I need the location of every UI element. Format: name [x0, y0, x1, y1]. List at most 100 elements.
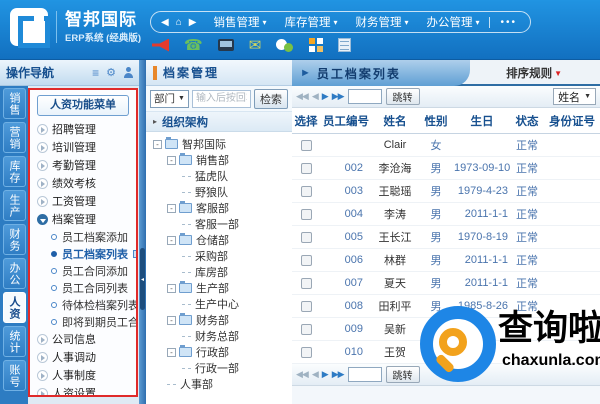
page-number-input[interactable]	[347, 89, 382, 104]
menu-item-training[interactable]: 培训管理	[30, 138, 136, 156]
tree-node[interactable]: - 财务部	[150, 312, 292, 328]
document-icon[interactable]	[338, 38, 352, 52]
megaphone-icon[interactable]	[152, 38, 169, 52]
panel-splitter[interactable]: ◂	[139, 60, 146, 404]
phone-icon[interactable]: ☎	[184, 38, 203, 53]
submenu-item-contract-list[interactable]: 员工合同列表	[30, 279, 136, 296]
tab-inventory[interactable]: 库存	[2, 156, 26, 187]
tree-node[interactable]: - 行政部	[150, 344, 292, 360]
menu-item-performance[interactable]: 绩效考核	[30, 174, 136, 192]
menu-item-personnel-policy[interactable]: 人事制度	[30, 366, 136, 384]
tree-collapse-icon[interactable]: -	[167, 347, 176, 357]
page-number-input[interactable]	[347, 367, 382, 382]
sort-rule-button[interactable]: 排序规则 ▼	[506, 60, 562, 86]
apps-grid-icon[interactable]	[309, 38, 316, 44]
sort-field-dropdown[interactable]: 姓名 ▼	[553, 88, 596, 105]
jump-button[interactable]: 跳转	[385, 366, 420, 383]
row-checkbox[interactable]	[300, 277, 312, 289]
tree-node-root[interactable]: - 智邦国际	[150, 136, 292, 152]
submenu-item-archive-add[interactable]: 员工档案添加	[30, 228, 136, 245]
menu-item-recruit[interactable]: 招聘管理	[30, 120, 136, 138]
row-checkbox[interactable]	[300, 346, 312, 358]
tree-collapse-icon[interactable]: -	[167, 235, 176, 245]
tab-hr[interactable]: 人资	[2, 292, 26, 323]
row-checkbox[interactable]	[300, 231, 312, 243]
nav-menu-sales[interactable]: 销售管理 ▾	[204, 14, 275, 30]
submenu-item-contract-add[interactable]: 员工合同添加	[30, 262, 136, 279]
department-dropdown[interactable]: 部门 ▼	[150, 89, 189, 108]
nav-back-icon[interactable]: ◀	[161, 17, 169, 28]
tab-statistics[interactable]: 统计	[2, 326, 26, 357]
menu-item-company-info[interactable]: 公司信息	[30, 330, 136, 348]
tree-node[interactable]: 猛虎队	[150, 168, 292, 184]
tree-node[interactable]: - 仓储部	[150, 232, 292, 248]
submenu-item-physical-exam-list[interactable]: 待体检档案列表	[30, 296, 136, 313]
submenu-item-expiring-contracts[interactable]: 即将到期员工合同	[30, 313, 136, 330]
tree-node[interactable]: 采购部	[150, 248, 292, 264]
row-checkbox[interactable]	[300, 323, 312, 335]
hr-function-menu-button[interactable]: 人资功能菜单	[37, 95, 129, 116]
tree-node[interactable]: - 生产部	[150, 280, 292, 296]
first-page-icon[interactable]: ◀◀	[296, 369, 309, 380]
chat-icon[interactable]	[276, 38, 294, 52]
tree-node[interactable]: 生产中心	[150, 296, 292, 312]
menu-item-salary[interactable]: 工资管理	[30, 192, 136, 210]
row-checkbox[interactable]	[300, 208, 312, 220]
next-page-icon[interactable]: ▶	[322, 91, 329, 102]
wrench-icon[interactable]: ⚙	[106, 67, 116, 79]
tree-collapse-icon[interactable]: -	[167, 155, 176, 165]
mail-icon[interactable]: ✉	[249, 38, 262, 53]
search-button[interactable]: 检索	[254, 88, 288, 109]
first-page-icon[interactable]: ◀◀	[296, 91, 309, 102]
tab-finance[interactable]: 财务	[2, 224, 26, 255]
tree-node[interactable]: 财务总部	[150, 328, 292, 344]
tree-collapse-icon[interactable]: -	[167, 315, 176, 325]
collapsed-circle-icon	[37, 369, 48, 381]
row-checkbox[interactable]	[300, 139, 312, 151]
menu-item-attendance[interactable]: 考勤管理	[30, 156, 136, 174]
row-checkbox[interactable]	[300, 162, 312, 174]
tab-sales[interactable]: 销售	[2, 88, 26, 119]
nav-home-icon[interactable]: ⌂	[176, 17, 182, 28]
tree-node[interactable]: - 客服部	[150, 200, 292, 216]
menu-item-personnel-transfer[interactable]: 人事调动	[30, 348, 136, 366]
row-checkbox[interactable]	[300, 254, 312, 266]
tab-office[interactable]: 办公	[2, 258, 26, 289]
submenu-item-archive-list[interactable]: 员工档案列表	[30, 245, 136, 262]
tab-marketing[interactable]: 营销	[2, 122, 26, 153]
menu-item-archives[interactable]: 档案管理	[30, 210, 136, 228]
menu-item-hr-settings[interactable]: 人资设置	[30, 384, 136, 395]
last-page-icon[interactable]: ▶▶	[332, 91, 345, 102]
nav-more-button[interactable]: •••	[488, 16, 529, 28]
tree-search-input[interactable]	[191, 89, 251, 108]
row-checkbox[interactable]	[300, 185, 312, 197]
laptop-icon[interactable]	[217, 39, 234, 51]
next-page-icon[interactable]: ▶	[322, 369, 329, 380]
tree-node[interactable]: 行政一部	[150, 360, 292, 376]
tree-node[interactable]: 客服一部	[150, 216, 292, 232]
jump-button[interactable]: 跳转	[385, 88, 420, 105]
tree-node[interactable]: 库房部	[150, 264, 292, 280]
nav-menu-finance[interactable]: 财务管理 ▾	[346, 14, 417, 30]
tree-collapse-icon[interactable]: -	[167, 283, 176, 293]
tree-node[interactable]: 人事部	[150, 376, 292, 392]
tab-production[interactable]: 生产	[2, 190, 26, 221]
tree-collapse-icon[interactable]: -	[153, 139, 162, 149]
user-icon[interactable]	[123, 67, 133, 78]
tab-account[interactable]: 账号	[2, 360, 26, 391]
prev-page-icon[interactable]: ◀	[312, 91, 319, 102]
collapsed-circle-icon	[37, 177, 48, 189]
collapsed-circle-icon	[37, 387, 48, 395]
nav-forward-icon[interactable]: ▶	[189, 17, 197, 28]
collapse-handle-icon[interactable]: ◂	[140, 248, 145, 310]
org-structure-header[interactable]: ▸ 组织架构	[146, 112, 292, 132]
prev-page-icon[interactable]: ◀	[312, 369, 319, 380]
last-page-icon[interactable]: ▶▶	[332, 369, 345, 380]
tree-collapse-icon[interactable]: -	[167, 203, 176, 213]
nav-menu-inventory[interactable]: 库存管理 ▾	[275, 14, 346, 30]
list-view-icon[interactable]: ≡	[92, 67, 99, 79]
tree-node[interactable]: - 销售部	[150, 152, 292, 168]
tree-node[interactable]: 野狼队	[150, 184, 292, 200]
row-checkbox[interactable]	[300, 300, 312, 312]
nav-menu-office[interactable]: 办公管理 ▾	[418, 14, 489, 30]
